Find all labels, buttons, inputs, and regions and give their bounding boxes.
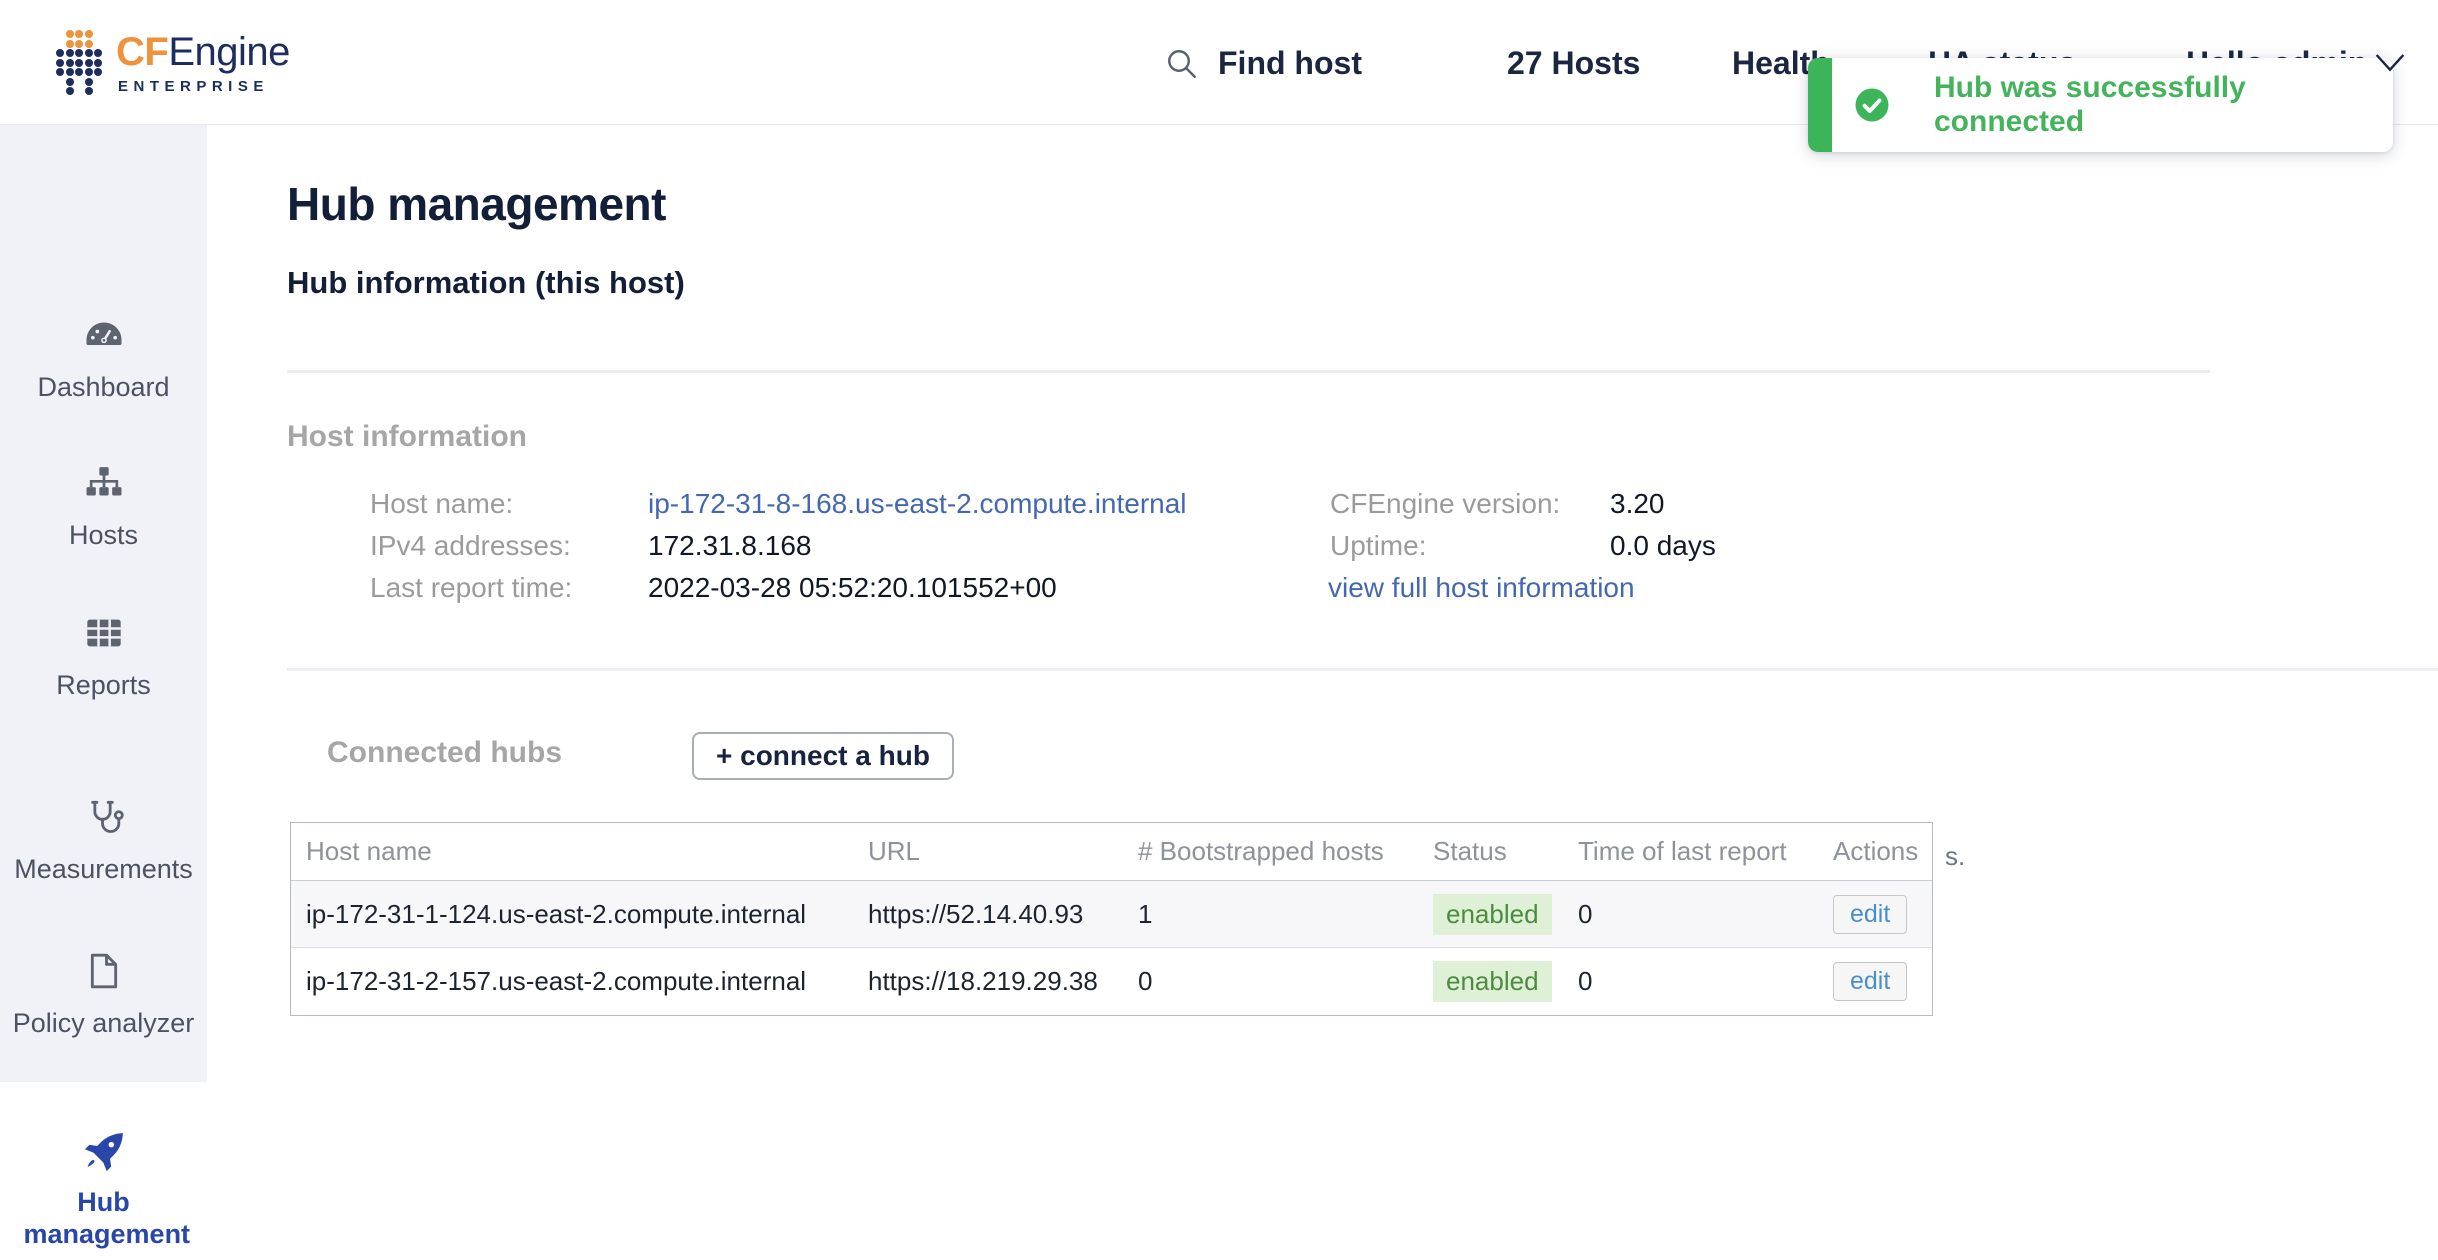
- toast-accent-bar: [1808, 58, 1832, 152]
- divider: [287, 370, 2210, 373]
- cell-bootstrapped: 0: [1116, 966, 1411, 997]
- host-information-heading: Host information: [287, 420, 527, 454]
- main-content: Hub management Hub information (this hos…: [207, 125, 2438, 1206]
- chevron-down-icon[interactable]: [2374, 50, 2406, 76]
- col-host-name: Host name: [291, 836, 846, 867]
- last-report-value: 2022-03-28 05:52:20.101552+00: [648, 572, 1057, 604]
- edit-button[interactable]: edit: [1833, 895, 1907, 934]
- uptime-label: Uptime:: [1330, 530, 1426, 562]
- cfengine-version-value: 3.20: [1610, 488, 1665, 520]
- cell-url: https://52.14.40.93: [846, 899, 1116, 930]
- sidebar-label: Measurements: [14, 853, 193, 885]
- ipv4-value: 172.31.8.168: [648, 530, 812, 562]
- cell-last-report: 0: [1556, 899, 1811, 930]
- connected-hubs-heading: Connected hubs: [327, 736, 562, 770]
- sidebar-label: Dashboard: [37, 371, 169, 403]
- logo-wordmark: CFEngine ENTERPRISE: [116, 30, 290, 95]
- cell-url: https://18.219.29.38: [846, 966, 1116, 997]
- cell-actions: edit: [1811, 895, 1934, 934]
- page-title: Hub management: [287, 177, 666, 231]
- logo-enterprise: ENTERPRISE: [118, 78, 290, 95]
- clipped-text-artifact: s.: [1945, 841, 1965, 872]
- status-badge: enabled: [1433, 961, 1552, 1002]
- cell-status: enabled: [1411, 894, 1556, 935]
- cell-bootstrapped: 1: [1116, 899, 1411, 930]
- col-bootstrapped: # Bootstrapped hosts: [1116, 836, 1411, 867]
- host-name-link[interactable]: ip-172-31-8-168.us-east-2.compute.intern…: [648, 488, 1187, 520]
- sidebar: Dashboard Hosts Reports Measurement: [0, 125, 207, 1206]
- sidebar-label-active: Hub management: [24, 1186, 184, 1250]
- page-subtitle: Hub information (this host): [287, 265, 685, 301]
- table-grid-icon: [84, 613, 124, 653]
- search-icon[interactable]: [1164, 46, 1200, 82]
- nav-hosts-count[interactable]: 27 Hosts: [1507, 44, 1640, 82]
- sidebar-label: Hosts: [69, 519, 138, 551]
- sidebar-item-policy-analyzer[interactable]: Policy analyzer: [0, 951, 207, 1039]
- sidebar-item-reports[interactable]: Reports: [0, 613, 207, 701]
- stethoscope-icon: [84, 797, 124, 837]
- sidebar-item-hosts[interactable]: Hosts: [0, 463, 207, 551]
- ipv4-label: IPv4 addresses:: [370, 530, 571, 562]
- sidebar-label: Reports: [56, 669, 151, 701]
- connect-a-hub-button[interactable]: + connect a hub: [692, 732, 954, 780]
- table-header-row: Host name URL # Bootstrapped hosts Statu…: [291, 823, 1932, 881]
- uptime-value: 0.0 days: [1610, 530, 1716, 562]
- divider: [287, 668, 2438, 671]
- edit-button[interactable]: edit: [1833, 962, 1907, 1001]
- cell-host-name: ip-172-31-2-157.us-east-2.compute.intern…: [291, 966, 846, 997]
- cfengine-hub-management-page: { "header": { "logo": { "cf": "CF", "eng…: [0, 0, 2438, 1206]
- cell-last-report: 0: [1556, 966, 1811, 997]
- col-status: Status: [1411, 836, 1556, 867]
- cell-host-name: ip-172-31-1-124.us-east-2.compute.intern…: [291, 899, 846, 930]
- view-full-host-information-link[interactable]: view full host information: [1328, 572, 1635, 604]
- check-circle-icon: [1854, 87, 1890, 123]
- file-icon: [84, 951, 124, 991]
- cell-status: enabled: [1411, 961, 1556, 1002]
- table-row: ip-172-31-2-157.us-east-2.compute.intern…: [291, 948, 1932, 1015]
- toast-success: Hub was successfully connected: [1808, 58, 2393, 152]
- cfengine-version-label: CFEngine version:: [1330, 488, 1560, 520]
- last-report-label: Last report time:: [370, 572, 572, 604]
- rocket-icon: [80, 1130, 128, 1174]
- gauge-icon: [84, 315, 124, 355]
- cell-actions: edit: [1811, 962, 1934, 1001]
- cfengine-logo[interactable]: CFEngine ENTERPRISE: [56, 30, 290, 95]
- col-url: URL: [846, 836, 1116, 867]
- status-badge: enabled: [1433, 894, 1552, 935]
- col-actions: Actions: [1811, 836, 1934, 867]
- sitemap-icon: [84, 463, 124, 503]
- logo-engine: Engine: [168, 30, 290, 74]
- toast-message: Hub was successfully connected: [1934, 58, 2393, 152]
- sidebar-label: Policy analyzer: [13, 1007, 195, 1039]
- logo-cf: CF: [116, 30, 168, 74]
- nav-find-host[interactable]: Find host: [1218, 44, 1362, 82]
- host-name-label: Host name:: [370, 488, 513, 520]
- sidebar-item-hub-management[interactable]: Hub management: [0, 1082, 207, 1260]
- table-row: ip-172-31-1-124.us-east-2.compute.intern…: [291, 881, 1932, 948]
- connected-hubs-table: Host name URL # Bootstrapped hosts Statu…: [290, 822, 1933, 1016]
- sidebar-item-measurements[interactable]: Measurements: [0, 797, 207, 885]
- robot-dots-logo-icon: [56, 30, 102, 95]
- col-time-of-last-report: Time of last report: [1556, 836, 1811, 867]
- sidebar-item-dashboard[interactable]: Dashboard: [0, 315, 207, 403]
